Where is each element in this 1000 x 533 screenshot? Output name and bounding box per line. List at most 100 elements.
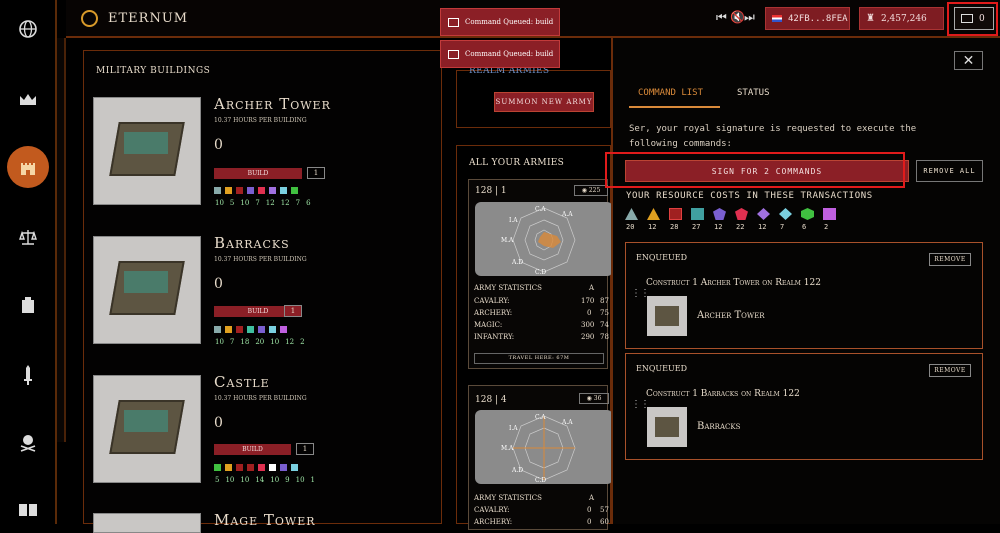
emerald-icon	[801, 208, 814, 220]
diamond-icon	[779, 208, 792, 220]
book-icon[interactable]	[13, 495, 43, 525]
logo-icon	[81, 10, 98, 27]
command-title: Construct 1 Barracks on Realm 122	[646, 389, 800, 399]
building-image	[93, 375, 201, 483]
building-name: Archer Tower	[697, 310, 765, 321]
tab-underline	[629, 106, 720, 108]
radar-label: M.A	[501, 237, 514, 244]
diamond-icon	[280, 187, 287, 194]
crown-icon[interactable]	[13, 85, 43, 115]
military-buildings-panel: MILITARY BUILDINGS Archer Tower 10.37 HO…	[83, 50, 442, 533]
skull-icon[interactable]	[13, 427, 43, 457]
resource-costs-title: YOUR RESOURCE COSTS IN THESE TRANSACTION…	[626, 191, 873, 201]
scales-icon[interactable]	[13, 222, 43, 252]
army-card[interactable]: 128 | 4 ◉ 36 C.A A.A I.A M.A A.D C.D ARM…	[468, 385, 613, 530]
army-id: 128 | 4	[475, 395, 507, 405]
quantity-input[interactable]: 1	[307, 167, 325, 179]
tower-icon[interactable]	[13, 290, 43, 320]
wood-icon	[225, 187, 232, 194]
queued-command: ENQUEUED REMOVE Construct 1 Barracks on …	[625, 353, 983, 460]
svg-text:M.A: M.A	[501, 445, 514, 452]
ethereal-icon	[823, 208, 836, 220]
command-title: Construct 1 Archer Tower on Realm 122	[646, 278, 821, 288]
sign-description: Ser, your royal signature is requested t…	[629, 124, 917, 149]
building-image	[93, 97, 201, 205]
remove-button[interactable]: REMOVE	[929, 364, 971, 377]
building-name: Archer Tower	[214, 95, 331, 113]
svg-text:A.A: A.A	[561, 419, 573, 426]
flag-icon	[772, 15, 782, 22]
queue-icon	[448, 18, 459, 27]
resource-icons	[214, 326, 287, 333]
queued-command: ENQUEUED REMOVE Construct 1 Archer Tower…	[625, 242, 983, 349]
globe-icon[interactable]	[13, 14, 43, 44]
coal-icon	[691, 208, 704, 220]
army-radar-chart: C.A A.A I.A M.A A.D C.D	[475, 202, 613, 276]
building-count: 0	[214, 276, 223, 292]
army-badge: ◉ 36	[579, 393, 609, 404]
lords-icon: ♜	[866, 13, 875, 24]
stats-header: ARMY STATISTICS	[474, 284, 542, 292]
tab-command-list[interactable]: COMMAND LIST	[638, 88, 703, 98]
svg-text:C.D: C.D	[535, 477, 546, 484]
obsidian-icon	[247, 187, 254, 194]
tab-status[interactable]: STATUS	[737, 88, 770, 98]
section-title: ALL YOUR ARMIES	[469, 158, 565, 168]
toast[interactable]: Command Queued: build	[440, 40, 560, 68]
resource-icons	[214, 187, 298, 194]
emerald-icon	[291, 187, 298, 194]
copper-icon	[669, 208, 682, 220]
build-button[interactable]: BUILD	[214, 168, 302, 179]
wood-icon	[647, 208, 660, 220]
castle-icon[interactable]	[7, 146, 49, 188]
wallet-address[interactable]: 42FB...8FEA	[765, 7, 850, 30]
lords-balance[interactable]: ♜ 2,457,246	[859, 7, 944, 30]
army-card[interactable]: 128 | 1 ◉ 225 C.A A.A I.A M.A A.D C.D AR…	[468, 179, 613, 369]
command-status: ENQUEUED	[636, 253, 687, 262]
drag-handle-icon[interactable]: ⋮⋮	[631, 400, 650, 410]
resource-values: 10 7 18 20 10 12 2	[215, 338, 305, 346]
quantity-input[interactable]: 1	[296, 443, 314, 455]
building-thumbnail	[647, 407, 687, 447]
command-drawer: ✕ COMMAND LIST STATUS Ser, your royal si…	[605, 38, 1000, 524]
radar-label: C.A	[535, 206, 546, 213]
side-nav	[0, 0, 57, 524]
ruby-icon	[258, 187, 265, 194]
radar-label: I.A	[509, 217, 518, 224]
realm-armies-panel: REALM ARMIES SUMMON NEW ARMY	[456, 66, 611, 128]
travel-button[interactable]: TRAVEL HERE: 67M	[474, 353, 604, 364]
highlight-box	[605, 152, 905, 188]
obsidian-icon	[713, 208, 726, 220]
radar-label: A.D	[511, 259, 523, 266]
next-track-icon[interactable]: ⏭	[744, 10, 755, 25]
close-button[interactable]: ✕	[954, 51, 983, 70]
remove-button[interactable]: REMOVE	[929, 253, 971, 266]
prev-track-icon[interactable]: ⏮	[716, 10, 727, 25]
queue-icon	[448, 50, 459, 59]
army-badge: ◉ 225	[574, 185, 608, 196]
building-image	[93, 236, 201, 344]
command-status: ENQUEUED	[636, 364, 687, 373]
army-id: 128 | 1	[475, 186, 507, 196]
sword-icon[interactable]	[13, 360, 43, 390]
building-hours: 10.37 HOURS PER BUILDING	[214, 395, 307, 402]
quantity-input[interactable]: 1	[284, 305, 302, 317]
build-button[interactable]: BUILD	[214, 444, 291, 455]
toast[interactable]: Command Queued: build	[440, 8, 560, 36]
scrollbar[interactable]	[57, 38, 66, 442]
drag-handle-icon[interactable]: ⋮⋮	[631, 289, 650, 299]
stone-icon	[214, 187, 221, 194]
mute-icon[interactable]: 🔇	[730, 10, 745, 24]
building-hours: 10.37 HOURS PER BUILDING	[214, 117, 307, 124]
building-thumbnail	[647, 296, 687, 336]
crystal-icon	[269, 187, 276, 194]
building-image	[93, 513, 201, 533]
resource-values: 5 10 10 14 10 9 10 1	[215, 476, 316, 484]
stone-icon	[625, 208, 638, 220]
remove-all-button[interactable]: REMOVE ALL	[916, 160, 983, 182]
stats-header: ARMY STATISTICS	[474, 494, 542, 502]
summon-army-button[interactable]: SUMMON NEW ARMY	[494, 92, 594, 112]
building-hours: 10.37 HOURS PER BUILDING	[214, 256, 307, 263]
building-name: Barracks	[214, 234, 290, 252]
building-name: Mage Tower	[214, 511, 316, 529]
